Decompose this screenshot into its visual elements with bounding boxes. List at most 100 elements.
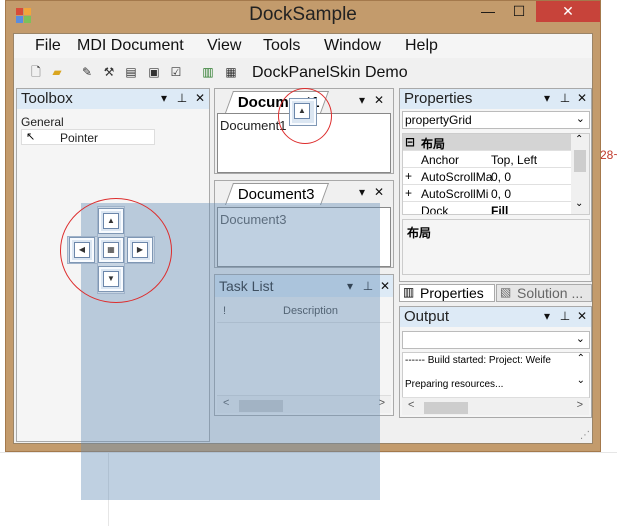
scroll-down-icon[interactable]: ⌄ [575,198,583,209]
close-icon[interactable]: ✕ [193,91,207,105]
minimize-button[interactable]: — [473,1,503,22]
properties-pin-icon[interactable]: ⊥ [558,91,572,105]
menu-file[interactable]: File [35,37,61,55]
dock-top-icon: ▲ [103,213,119,229]
tab-solution-label: Solution ... [517,285,584,301]
property-value: 0, 0 [491,170,512,184]
property-value: 0, 0 [491,187,512,201]
property-object-value: propertyGrid [405,113,472,127]
tools-icon[interactable]: ⚒ [102,65,116,79]
output-close-icon[interactable]: ✕ [575,309,589,323]
property-category[interactable]: ⊟ 布局 [403,134,571,151]
property-name: AutoScrollMa [421,170,493,184]
tab-properties-label: Properties [420,285,484,301]
property-row[interactable]: Anchor Top, Left [403,151,571,168]
chevron-down-icon: ⌄ [575,113,585,125]
document-close-icon[interactable]: ✕ [372,93,386,107]
toolbox-group-general[interactable]: General [21,115,64,129]
task-list-close-icon[interactable]: ✕ [378,279,392,293]
menu-tools[interactable]: Tools [263,37,300,55]
output-scrollbar[interactable]: < > [402,397,589,415]
property-grid: ⊟ 布局 Anchor Top, Left + AutoScrollMa 0, … [402,133,590,215]
close-button[interactable]: ✕ [536,1,600,22]
scroll-right-icon[interactable]: > [577,399,583,411]
toolbar-icon-3[interactable]: ✎ [80,65,94,79]
scroll-up-icon[interactable]: ⌃ [577,353,585,364]
document3-dropdown-icon[interactable]: ▾ [355,185,369,199]
property-row[interactable]: + AutoScrollMa 0, 0 [403,168,571,185]
property-grid-scrollbar[interactable]: ⌃ ⌄ [571,134,589,214]
dock-guide-cross: ▲ ◀ ▦ ▶ ▼ [67,206,155,294]
dock-right-icon: ▶ [132,242,148,258]
tab-solution[interactable]: ▧ Solution ... [496,284,592,302]
output-source-select[interactable]: ⌄ [402,331,590,349]
toolbar-label: DockPanelSkin Demo [252,64,408,81]
properties-header[interactable]: Properties ▾ ⊥ ✕ [400,89,591,109]
dock-bottom-guide[interactable]: ▼ [98,266,124,292]
dock-left-icon: ◀ [74,242,90,258]
properties-close-icon[interactable]: ✕ [575,91,589,105]
dropdown-arrow-icon[interactable]: ▾ [157,91,171,105]
dock-left-guide[interactable]: ◀ [69,237,95,263]
list-icon[interactable]: ▤ [124,65,138,79]
output-dropdown-icon[interactable]: ▾ [540,309,554,323]
tab-document3[interactable]: Document3 [224,183,330,205]
dock-top-guide[interactable]: ▲ [98,208,124,234]
pin-icon[interactable]: ⊥ [175,91,189,105]
properties-panel: Properties ▾ ⊥ ✕ propertyGrid ⌄ ⊟ 布局 Anc… [399,88,592,282]
menu-window[interactable]: Window [324,37,381,55]
menu-bar: File MDI Document View Tools Window Help [14,34,592,58]
property-description: 布局 [402,219,590,275]
properties-title: Properties [404,90,473,107]
scroll-thumb[interactable] [424,402,468,414]
property-row[interactable]: + AutoScrollMi 0, 0 [403,185,571,202]
chevron-down-icon: ⌄ [575,333,585,345]
output-text[interactable]: ------ Build started: Project: Weife Pre… [402,352,590,398]
collapse-icon[interactable]: ⊟ [405,135,415,149]
output-panel: Output ▾ ⊥ ✕ ⌄ ------ Build started: Pro… [399,306,592,418]
dock-fill-guide[interactable]: ▦ [98,237,124,263]
scroll-left-icon[interactable]: < [408,399,414,411]
solution-tab-icon: ▧ [500,285,512,299]
properties-tab-icon: ▥ [403,285,415,299]
document-dropdown-icon[interactable]: ▾ [355,93,369,107]
maximize-button[interactable]: ☐ [504,1,534,22]
resize-grip-icon[interactable]: ⋰ [580,430,590,441]
clipboard-icon[interactable]: ▣ [147,65,161,79]
output-line: Preparing resources... [405,379,504,390]
menu-help[interactable]: Help [405,37,438,55]
property-expander[interactable]: + [405,169,412,183]
open-folder-icon[interactable]: ▰ [50,65,64,79]
property-expander[interactable]: + [405,186,412,200]
side-text: 28~ [600,148,617,162]
dock-right-guide[interactable]: ▶ [127,237,153,263]
toolbox-item-pointer[interactable]: ↖ Pointer [21,129,155,145]
toolbox-header[interactable]: Toolbox ▾ ⊥ ✕ [17,89,209,109]
tab-properties[interactable]: ▥ Properties [399,284,495,302]
property-value: Fill [491,204,509,215]
title-bar[interactable]: DockSample — ☐ ✕ [6,1,600,31]
output-pin-icon[interactable]: ⊥ [558,309,572,323]
dock-bottom-icon: ▼ [103,271,119,287]
output-line: ------ Build started: Project: Weife [405,355,551,366]
doc-green-icon[interactable]: ▥ [201,65,215,79]
property-object-select[interactable]: propertyGrid ⌄ [402,111,590,129]
properties-dropdown-icon[interactable]: ▾ [540,91,554,105]
property-row[interactable]: Dock Fill [403,202,571,215]
menu-mdi-document[interactable]: MDI Document [77,37,184,55]
doc-icon[interactable]: ▦ [224,65,238,79]
output-header[interactable]: Output ▾ ⊥ ✕ [400,307,591,327]
output-title: Output [404,308,450,325]
document3-close-icon[interactable]: ✕ [372,185,386,199]
property-description-title: 布局 [407,226,432,240]
toolbox-item-label: Pointer [60,131,99,145]
scroll-thumb[interactable] [574,150,586,172]
scroll-up-icon[interactable]: ⌃ [575,134,583,145]
property-name: AutoScrollMi [421,187,489,201]
dock-top-edge-guide[interactable]: ▲ [289,98,317,126]
dock-fill-icon: ▦ [103,242,119,258]
menu-view[interactable]: View [207,37,241,55]
new-file-icon[interactable]: 🗋 [29,65,43,79]
scroll-down-icon[interactable]: ⌄ [577,375,585,386]
checklist-icon[interactable]: ☑ [169,65,183,79]
